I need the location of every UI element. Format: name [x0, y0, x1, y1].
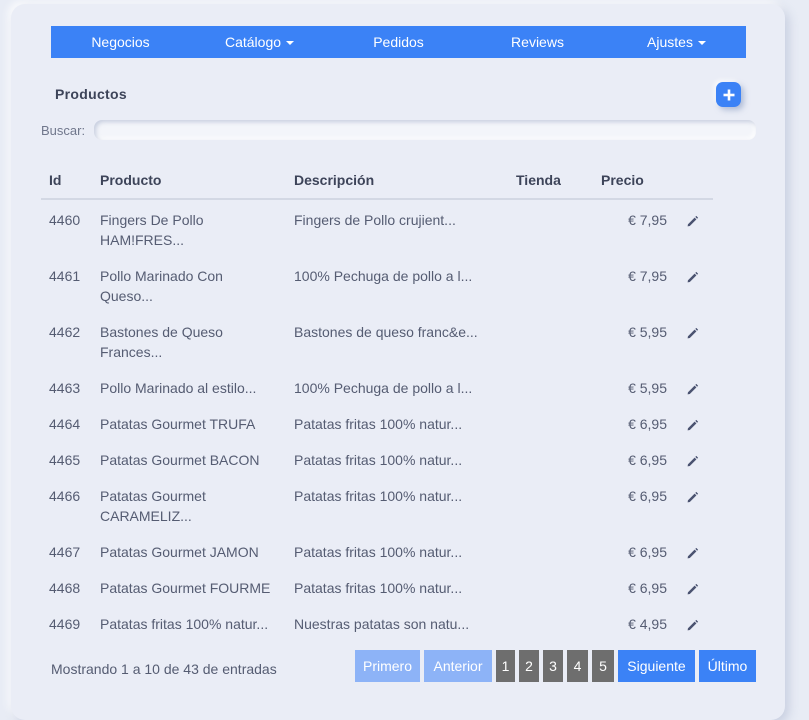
- cell-precio: € 4,95: [628, 616, 667, 632]
- producto-line: Patatas Gourmet BACON: [100, 452, 260, 468]
- producto-line: Patatas Gourmet: [100, 488, 206, 504]
- cell-producto: Patatas Gourmet BACON: [100, 450, 285, 470]
- nav-label: Catálogo: [224, 34, 282, 50]
- add-product-button[interactable]: [716, 82, 741, 107]
- cell-descripcion: Patatas fritas 100% natur...: [294, 452, 463, 468]
- producto-line: Frances...: [100, 344, 163, 360]
- cell-descripcion: Patatas fritas 100% natur...: [294, 488, 463, 504]
- cell-producto: Patatas Gourmet CARAMELIZ...: [100, 486, 285, 526]
- producto-line: CARAMELIZ...: [100, 508, 192, 524]
- cell-precio: € 6,95: [628, 416, 667, 432]
- cell-producto: Patatas Gourmet JAMON: [100, 542, 285, 562]
- pencil-icon[interactable]: [686, 417, 699, 437]
- header-tienda[interactable]: Tienda: [516, 172, 561, 188]
- cell-id: 4463: [49, 380, 81, 396]
- top-navbar: Negocios Catálogo Pedidos Reviews Ajuste…: [51, 26, 746, 58]
- header-divider: [41, 198, 713, 200]
- cell-producto: Pollo Marinado al estilo...: [100, 378, 285, 398]
- header-id[interactable]: Id: [49, 172, 61, 188]
- cell-descripcion: Patatas fritas 100% natur...: [294, 580, 463, 596]
- nav-label: Negocios: [91, 34, 150, 50]
- nav-label: Ajustes: [647, 34, 693, 50]
- pencil-icon[interactable]: [686, 545, 699, 565]
- prev-page-button[interactable]: Anterior: [424, 650, 492, 682]
- page-button-3[interactable]: 3: [543, 650, 563, 682]
- cell-descripcion: 100% Pechuga de pollo a l...: [294, 380, 473, 396]
- page-button-2[interactable]: 2: [519, 650, 539, 682]
- nav-item-negocios[interactable]: Negocios: [51, 34, 190, 50]
- cell-descripcion: Patatas fritas 100% natur...: [294, 544, 463, 560]
- nav-label: Reviews: [511, 34, 564, 50]
- cell-id: 4468: [49, 580, 81, 596]
- pencil-icon[interactable]: [686, 489, 699, 509]
- nav-item-pedidos[interactable]: Pedidos: [329, 34, 468, 50]
- cell-precio: € 5,95: [628, 380, 667, 396]
- cell-producto: Patatas fritas 100% natur...: [100, 614, 285, 634]
- producto-line: Queso...: [100, 288, 153, 304]
- pencil-icon[interactable]: [686, 213, 699, 233]
- cell-id: 4464: [49, 416, 81, 432]
- cell-id: 4466: [49, 488, 81, 504]
- cell-producto: Patatas Gourmet FOURME: [100, 578, 285, 598]
- cell-id: 4469: [49, 616, 81, 632]
- cell-precio: € 7,95: [628, 268, 667, 284]
- cell-id: 4467: [49, 544, 81, 560]
- cell-producto: Bastones de Queso Frances...: [100, 322, 285, 362]
- page-button-4[interactable]: 4: [567, 650, 588, 682]
- header-producto[interactable]: Producto: [100, 172, 161, 188]
- producto-line: HAM!FRES...: [100, 232, 185, 248]
- first-page-button[interactable]: Primero: [355, 650, 420, 682]
- pencil-icon[interactable]: [686, 269, 699, 289]
- plus-icon: [723, 89, 734, 100]
- producto-line: Patatas fritas 100% natur...: [100, 616, 269, 632]
- pencil-icon[interactable]: [686, 581, 699, 601]
- pencil-icon[interactable]: [686, 381, 699, 401]
- nav-item-ajustes[interactable]: Ajustes: [607, 34, 746, 50]
- pencil-icon[interactable]: [686, 453, 699, 473]
- cell-producto: Pollo Marinado Con Queso...: [100, 266, 285, 306]
- pencil-icon[interactable]: [686, 617, 699, 637]
- producto-line: Patatas Gourmet TRUFA: [100, 416, 256, 432]
- cell-id: 4465: [49, 452, 81, 468]
- search-input[interactable]: [94, 120, 756, 140]
- header-precio[interactable]: Precio: [601, 172, 644, 188]
- cell-descripcion: Patatas fritas 100% natur...: [294, 416, 463, 432]
- cell-descripcion: 100% Pechuga de pollo a l...: [294, 268, 473, 284]
- cell-descripcion: Bastones de queso franc&e...: [294, 324, 478, 340]
- cell-id: 4462: [49, 324, 81, 340]
- search-label: Buscar:: [41, 123, 86, 138]
- cell-producto: Patatas Gourmet TRUFA: [100, 414, 285, 434]
- nav-item-catalogo[interactable]: Catálogo: [190, 34, 329, 50]
- producto-line: Pollo Marinado al estilo...: [100, 380, 257, 396]
- cell-precio: € 6,95: [628, 452, 667, 468]
- nav-label: Pedidos: [373, 34, 424, 50]
- page-button-5[interactable]: 5: [592, 650, 614, 682]
- cell-precio: € 7,95: [628, 212, 667, 228]
- producto-line: Patatas Gourmet FOURME: [100, 580, 271, 596]
- last-page-button[interactable]: Último: [699, 650, 756, 682]
- page-button-1[interactable]: 1: [496, 650, 515, 682]
- caret-down-icon: [697, 41, 706, 45]
- producto-line: Bastones de Queso: [100, 324, 223, 340]
- cell-id: 4460: [49, 212, 81, 228]
- header-descripcion[interactable]: Descripción: [294, 172, 374, 188]
- producto-line: Pollo Marinado Con: [100, 268, 223, 284]
- page-title: Productos: [55, 86, 127, 102]
- producto-line: Fingers De Pollo: [100, 212, 204, 228]
- cell-descripcion: Fingers de Pollo crujient...: [294, 212, 456, 228]
- cell-precio: € 6,95: [628, 544, 667, 560]
- cell-id: 4461: [49, 268, 81, 284]
- cell-producto: Fingers De Pollo HAM!FRES...: [100, 210, 285, 250]
- main-card: [11, 4, 785, 720]
- cell-precio: € 5,95: [628, 324, 667, 340]
- cell-precio: € 6,95: [628, 580, 667, 596]
- next-page-button[interactable]: Siguiente: [618, 650, 695, 682]
- producto-line: Patatas Gourmet JAMON: [100, 544, 259, 560]
- caret-down-icon: [286, 41, 295, 45]
- cell-precio: € 6,95: [628, 488, 667, 504]
- nav-item-reviews[interactable]: Reviews: [468, 34, 607, 50]
- pencil-icon[interactable]: [686, 325, 699, 345]
- entries-info: Mostrando 1 a 10 de 43 de entradas: [51, 661, 277, 677]
- cell-descripcion: Nuestras patatas son natu...: [294, 616, 470, 632]
